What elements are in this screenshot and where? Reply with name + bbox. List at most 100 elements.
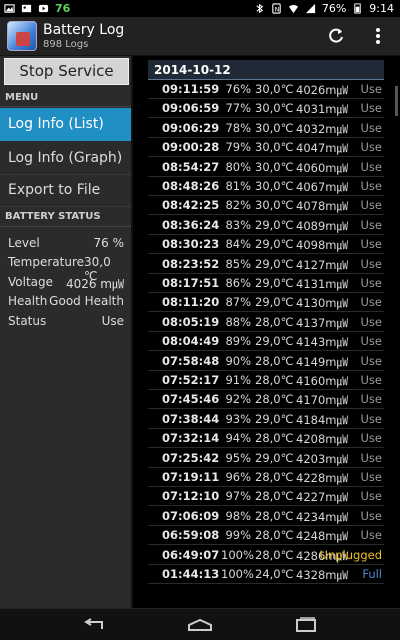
status-health: Health Good Health <box>8 294 124 308</box>
app-logo-icon[interactable] <box>7 21 37 51</box>
back-button[interactable] <box>74 613 114 637</box>
home-icon <box>188 618 212 631</box>
refresh-button[interactable] <box>320 21 352 51</box>
log-percent: 79% <box>225 140 251 155</box>
log-temperature: 28,0℃ <box>255 373 294 387</box>
menu-heading: MENU <box>5 92 39 103</box>
log-count: 898 Logs <box>43 39 89 50</box>
table-row[interactable]: 09:00:28 79% 30,0℃ 4047m㎼ Use <box>148 138 384 158</box>
menu-item-export[interactable]: Export to File <box>0 174 131 207</box>
log-temperature: 29,0℃ <box>255 276 294 290</box>
bluetooth-icon <box>256 3 264 14</box>
log-list[interactable]: 2014-10-12 09:11:59 76% 30,0℃ 4026m㎼ Use 09:0… <box>135 56 400 608</box>
log-status: Use <box>360 276 382 290</box>
clock-text: 9:14 <box>369 2 394 15</box>
table-row[interactable]: 07:19:11 96% 28,0℃ 4228m㎼ Use <box>148 468 384 487</box>
log-time: 07:25:42 <box>162 450 220 465</box>
log-time: 09:11:59 <box>162 82 220 96</box>
overflow-menu-button[interactable] <box>362 21 394 51</box>
status-state: Status Use <box>8 314 124 328</box>
log-temperature: 29,0℃ <box>255 411 294 426</box>
table-row[interactable]: 09:06:29 78% 30,0℃ 4032m㎼ Use <box>148 119 384 138</box>
table-row[interactable]: 08:11:20 87% 29,0℃ 4130m㎼ Use <box>148 293 384 313</box>
log-temperature: 30,0℃ <box>255 179 294 193</box>
log-time: 08:23:52 <box>162 256 220 271</box>
table-row[interactable]: 08:54:27 80% 30,0℃ 4060m㎼ Use <box>148 158 384 177</box>
log-temperature: 28,0℃ <box>255 508 294 523</box>
table-row[interactable]: 08:05:19 88% 28,0℃ 4137m㎼ Use <box>148 313 384 332</box>
log-percent: 96% <box>225 470 251 484</box>
table-row[interactable]: 07:58:48 90% 28,0℃ 4149m㎼ Use <box>148 352 384 371</box>
table-row[interactable]: 09:11:59 76% 30,0℃ 4026m㎼ Use <box>148 80 384 99</box>
log-percent: 76% <box>225 82 251 96</box>
table-row[interactable]: 06:49:07 100% 28,0℃ 4286m㎼ Unplugged <box>148 546 384 565</box>
table-row[interactable]: 07:38:44 93% 29,0℃ 4184m㎼ Use <box>148 410 384 429</box>
table-row[interactable]: 08:48:26 81% 30,0℃ 4067m㎼ Use <box>148 177 384 196</box>
table-row[interactable]: 07:52:17 91% 28,0℃ 4160m㎼ Use <box>148 371 384 390</box>
table-row[interactable]: 07:25:42 95% 29,0℃ 4203m㎼ Use <box>148 449 384 468</box>
gallery-notification-icon <box>4 4 15 13</box>
table-row[interactable]: 08:23:52 85% 29,0℃ 4127m㎼ Use <box>148 255 384 274</box>
log-status: Use <box>360 101 382 116</box>
log-status: Use <box>360 237 382 252</box>
log-temperature: 30,0℃ <box>255 198 294 213</box>
log-voltage: 4143m㎼ <box>296 335 348 350</box>
log-voltage: 4047m㎼ <box>296 141 348 156</box>
log-voltage: 4130m㎼ <box>296 296 348 311</box>
log-status: Use <box>360 334 382 349</box>
table-row[interactable]: 07:06:09 98% 28,0℃ 4234m㎼ Use <box>148 507 384 526</box>
log-time: 01:44:13 <box>162 567 220 581</box>
recents-button[interactable] <box>286 613 326 637</box>
log-voltage: 4078m㎼ <box>296 199 348 214</box>
svg-text:N: N <box>275 5 280 13</box>
log-voltage: 4234m㎼ <box>296 509 348 524</box>
log-voltage: 4032m㎼ <box>296 121 348 136</box>
log-time: 09:06:59 <box>162 101 220 116</box>
log-status: Use <box>360 159 382 174</box>
log-status: Use <box>360 140 382 155</box>
log-time: 09:06:29 <box>162 120 220 135</box>
log-time: 07:58:48 <box>162 353 220 368</box>
log-time: 07:38:44 <box>162 411 220 426</box>
table-row[interactable]: 09:06:59 77% 30,0℃ 4031m㎼ Use <box>148 99 384 119</box>
log-temperature: 29,0℃ <box>255 450 294 465</box>
log-percent: 80% <box>225 159 251 174</box>
table-row[interactable]: 07:12:10 97% 28,0℃ 4227m㎼ Use <box>148 487 384 507</box>
back-icon <box>84 618 103 629</box>
log-status: Use <box>360 508 382 523</box>
menu-item-log-list[interactable]: Log Info (List) <box>0 108 131 141</box>
stop-service-button[interactable]: Stop Service <box>4 58 129 85</box>
log-voltage: 4137m㎼ <box>296 315 348 330</box>
log-percent: 93% <box>225 411 251 426</box>
log-status: Use <box>360 392 382 407</box>
table-row[interactable]: 08:36:24 83% 29,0℃ 4089m㎼ Use <box>148 216 384 235</box>
log-time: 07:52:17 <box>162 373 220 387</box>
menu-item-log-graph[interactable]: Log Info (Graph) <box>0 142 131 175</box>
log-percent: 94% <box>225 431 251 446</box>
image-notification-icon <box>21 4 32 13</box>
home-button[interactable] <box>180 613 220 637</box>
scrollbar[interactable] <box>395 86 398 116</box>
overflow-menu-icon <box>376 28 380 44</box>
status-value: Good Health <box>49 294 124 308</box>
table-row[interactable]: 07:45:46 92% 28,0℃ 4170m㎼ Use <box>148 390 384 410</box>
table-row[interactable]: 07:32:14 94% 28,0℃ 4208m㎼ Use <box>148 429 384 449</box>
log-time: 07:12:10 <box>162 489 220 504</box>
table-row[interactable]: 08:42:25 82% 30,0℃ 4078m㎼ Use <box>148 196 384 216</box>
app-title: Battery Log <box>43 22 125 38</box>
table-row[interactable]: 08:17:51 86% 29,0℃ 4131m㎼ Use <box>148 274 384 293</box>
log-voltage: 4098m㎼ <box>296 238 348 253</box>
table-row[interactable]: 06:59:08 99% 28,0℃ 4248m㎼ Use <box>148 526 384 546</box>
log-voltage: 4127m㎼ <box>296 257 348 272</box>
table-row[interactable]: 08:04:49 89% 29,0℃ 4143m㎼ Use <box>148 332 384 352</box>
log-percent: 88% <box>225 314 251 329</box>
log-voltage: 4184m㎼ <box>296 412 348 427</box>
table-row[interactable]: 01:44:13 100% 24,0℃ 4328m㎼ Full <box>148 565 384 584</box>
log-status: Use <box>360 295 382 310</box>
log-temperature: 30,0℃ <box>255 82 294 96</box>
log-percent: 86% <box>225 276 251 290</box>
log-status: Full <box>362 567 382 581</box>
log-percent: 100% <box>221 547 254 562</box>
log-time: 08:04:49 <box>162 334 220 349</box>
table-row[interactable]: 08:30:23 84% 29,0℃ 4098m㎼ Use <box>148 235 384 255</box>
